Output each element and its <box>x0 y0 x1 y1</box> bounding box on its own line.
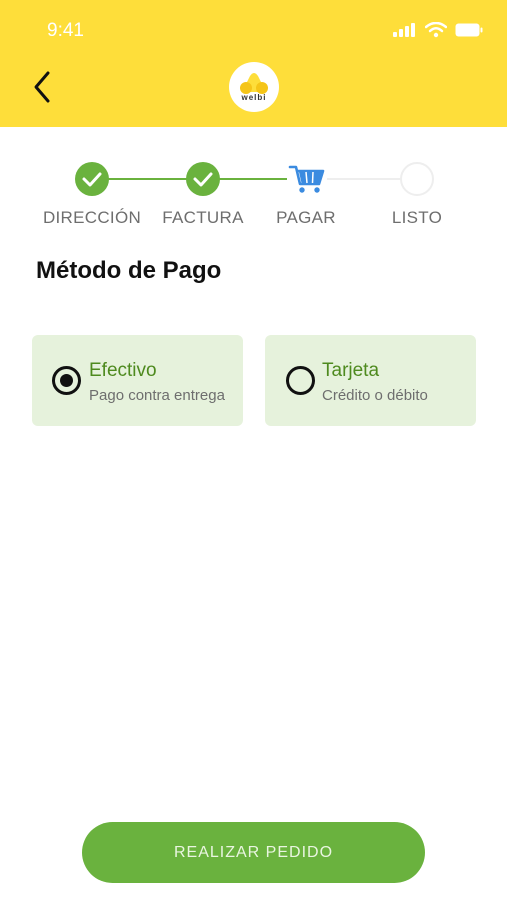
step-label-listo: LISTO <box>391 208 443 227</box>
checkout-stepper: DIRECCIÓN FACTURA PAGAR LISTO <box>0 160 507 230</box>
payment-option-efectivo[interactable]: Efectivo Pago contra entrega <box>32 335 243 426</box>
check-icon <box>82 172 102 187</box>
option-subtitle: Crédito o débito <box>322 387 428 404</box>
step-cart-pagar <box>287 162 327 196</box>
app-header: 9:41 welbi <box>0 0 507 127</box>
wifi-icon <box>425 22 447 38</box>
option-subtitle: Pago contra entrega <box>89 387 225 404</box>
status-time: 9:41 <box>47 20 84 41</box>
step-circle-factura <box>186 162 220 196</box>
status-icons <box>393 22 483 38</box>
back-button[interactable] <box>22 64 62 110</box>
option-title: Tarjeta <box>322 360 380 381</box>
step-label-pagar: PAGAR <box>276 208 336 227</box>
radio-button-selected[interactable] <box>52 366 81 395</box>
welbi-logo: welbi <box>229 62 279 112</box>
radio-button-unselected[interactable] <box>286 366 315 395</box>
check-icon <box>193 172 213 187</box>
place-order-button[interactable]: REALIZAR PEDIDO <box>82 822 425 883</box>
page-title: Método de Pago <box>36 257 222 284</box>
step-label-factura: FACTURA <box>162 208 244 227</box>
step-circle-listo <box>400 162 434 196</box>
payment-option-tarjeta[interactable]: Tarjeta Crédito o débito <box>265 335 476 426</box>
signal-icon <box>393 23 415 37</box>
step-label-direccion: DIRECCIÓN <box>42 208 142 227</box>
chevron-left-icon <box>34 71 50 103</box>
logo-text: welbi <box>241 93 267 102</box>
battery-icon <box>455 23 483 37</box>
radio-dot <box>60 374 73 387</box>
cart-icon <box>288 165 325 193</box>
option-title: Efectivo <box>89 360 157 381</box>
step-circle-direccion <box>75 162 109 196</box>
